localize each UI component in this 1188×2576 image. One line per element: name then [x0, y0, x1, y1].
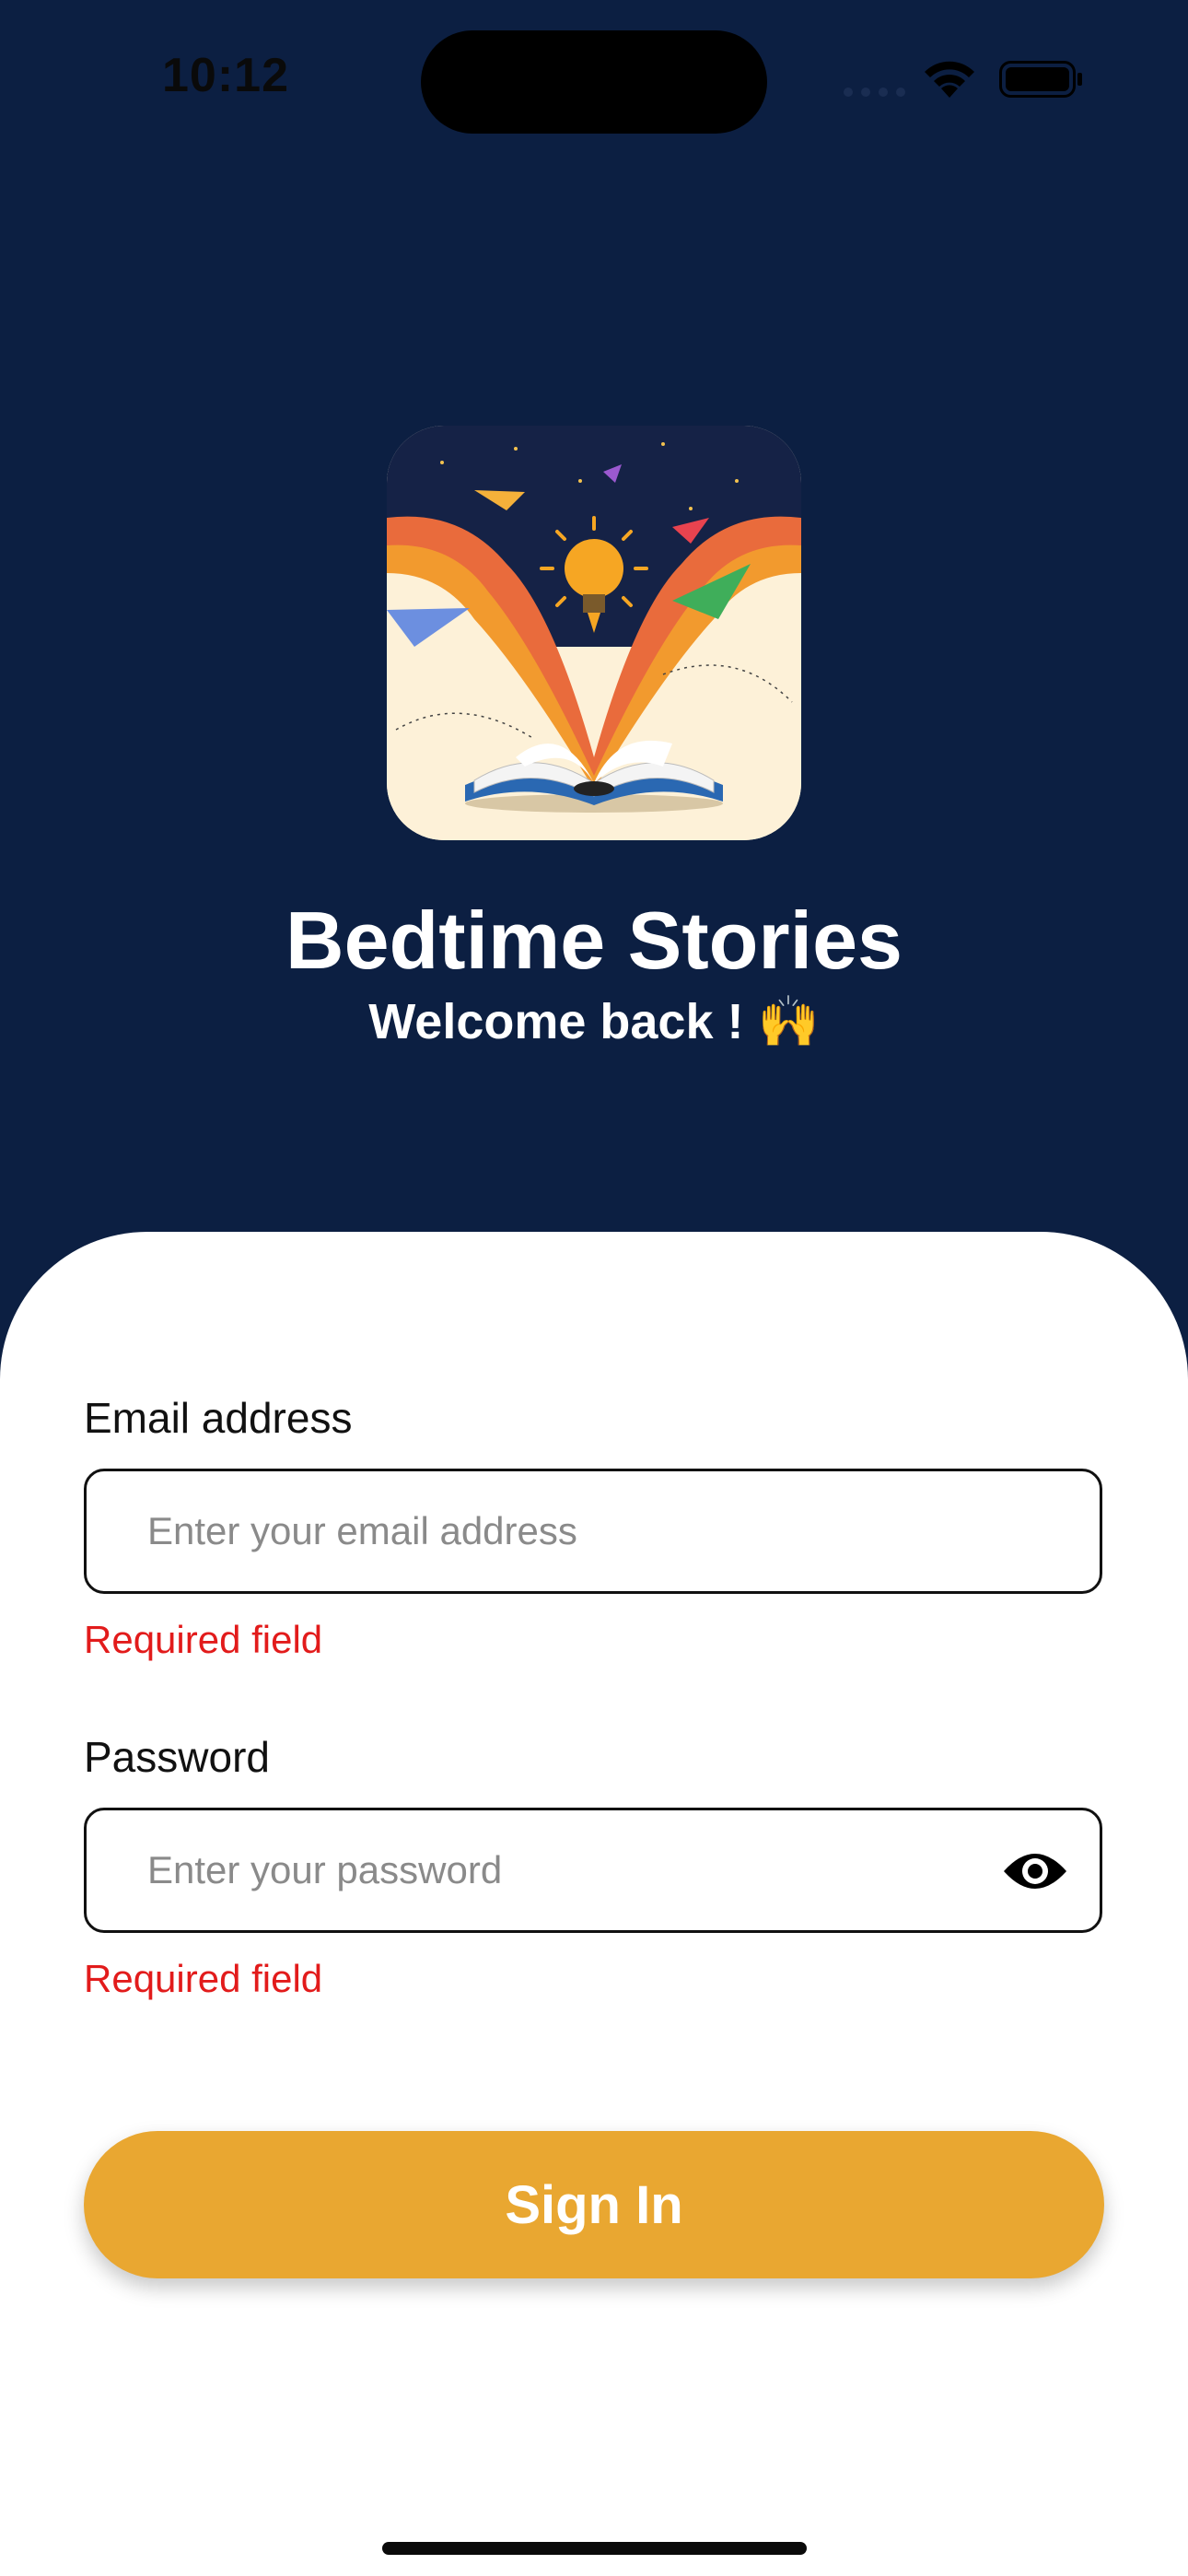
- sign-in-button[interactable]: Sign In: [84, 2131, 1104, 2278]
- password-input[interactable]: [147, 1810, 976, 1930]
- password-label: Password: [84, 1733, 270, 1781]
- welcome-subtitle: Welcome back ! 🙌: [368, 994, 820, 1049]
- status-time: 10:12: [162, 49, 289, 102]
- password-field[interactable]: [84, 1808, 1102, 1933]
- show-password-button[interactable]: [998, 1844, 1072, 1899]
- home-indicator: [382, 2542, 807, 2555]
- email-field[interactable]: [84, 1469, 1102, 1594]
- eye-icon: [1004, 1854, 1066, 1889]
- dynamic-island: [421, 30, 767, 134]
- battery-icon: [999, 61, 1082, 98]
- email-error: Required field: [84, 1618, 323, 1661]
- email-label: Email address: [84, 1394, 353, 1442]
- wifi-icon: [925, 61, 974, 98]
- app-logo: [387, 426, 801, 840]
- email-input[interactable]: [147, 1471, 976, 1591]
- signal-icon: [844, 88, 905, 97]
- app-title: Bedtime Stories: [285, 895, 903, 986]
- password-error: Required field: [84, 1957, 323, 2000]
- status-bar: 10:12: [0, 0, 1188, 157]
